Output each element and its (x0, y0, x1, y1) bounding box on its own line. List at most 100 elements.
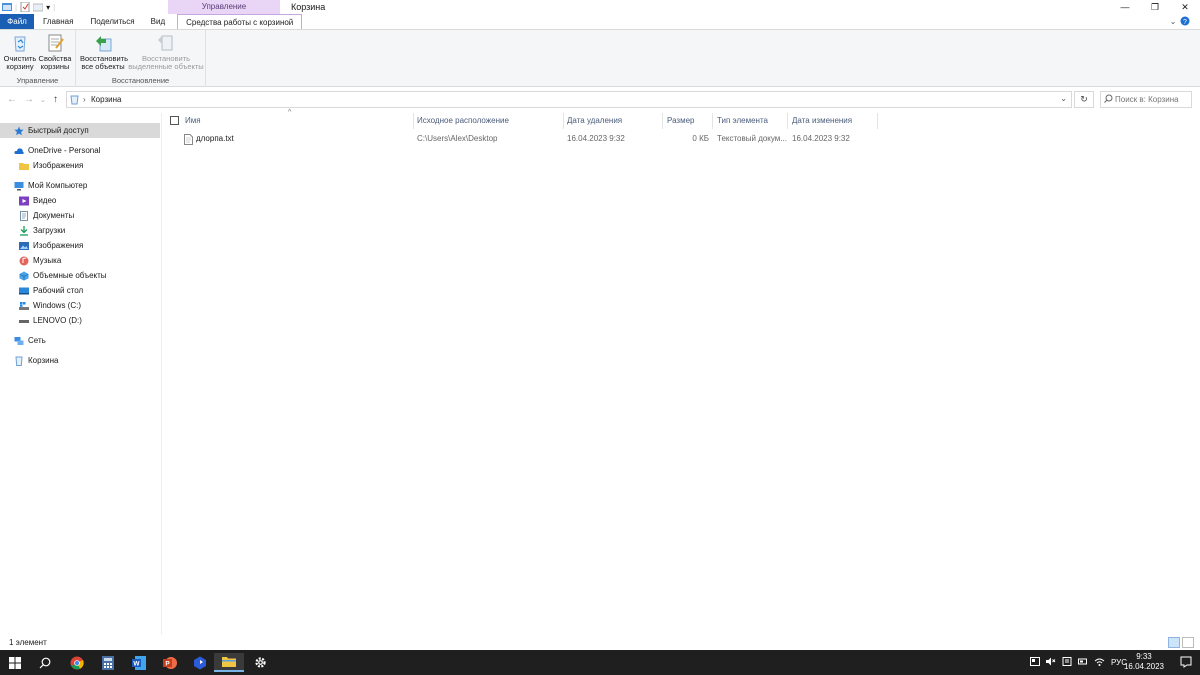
star-icon (14, 126, 24, 136)
drive-icon (19, 316, 29, 326)
wifi-icon[interactable] (1094, 657, 1105, 668)
nav-my-computer[interactable]: Мой Компьютер (0, 178, 160, 193)
column-header-origin[interactable]: Исходное расположение (417, 113, 509, 129)
qat-dropdown-icon[interactable]: ▾ (46, 3, 50, 12)
nav-network[interactable]: Сеть (0, 333, 160, 348)
quick-access-toolbar: | ▾ | (2, 1, 55, 13)
tab-share[interactable]: Поделиться (82, 14, 142, 29)
back-arrow-icon[interactable]: ← (7, 94, 17, 105)
search-input[interactable] (1115, 92, 1191, 107)
new-folder-icon[interactable] (32, 2, 44, 12)
volume-icon[interactable] (1046, 657, 1056, 668)
pictures-icon (19, 241, 29, 251)
file-explorer-icon[interactable] (214, 653, 244, 672)
column-header-size[interactable]: Размер (667, 113, 695, 129)
refresh-button[interactable]: ↻ (1074, 91, 1094, 108)
file-name: длорпа.txt (196, 134, 234, 143)
search-box[interactable] (1100, 91, 1192, 108)
nav-onedrive[interactable]: OneDrive - Personal (0, 143, 160, 158)
chrome-icon[interactable] (62, 653, 92, 672)
start-button[interactable] (0, 653, 30, 672)
details-view-icon[interactable] (1168, 637, 1180, 648)
window-title: Корзина (291, 2, 326, 12)
ribbon-expand-icon[interactable]: ⌄ (1170, 17, 1177, 26)
nav-quick-access[interactable]: Быстрый доступ (0, 123, 160, 138)
navigation-pane: Быстрый доступ OneDrive - Personal Изобр… (0, 113, 162, 635)
nav-onedrive-images[interactable]: Изображения (0, 158, 160, 173)
select-all-checkbox[interactable] (170, 116, 179, 127)
minimize-button[interactable]: — (1110, 0, 1140, 14)
file-deleted-date: 16.04.2023 9:32 (567, 134, 625, 143)
powerpoint-icon[interactable]: P (155, 653, 185, 672)
recent-dropdown-icon[interactable]: ⌄ (40, 96, 46, 104)
device-icon[interactable] (1062, 657, 1072, 668)
settings-icon[interactable] (245, 653, 275, 672)
column-header-deleted[interactable]: Дата удаления (567, 113, 622, 129)
address-dropdown-icon[interactable]: ⌄ (1060, 94, 1067, 103)
forward-arrow-icon[interactable]: → (24, 94, 34, 105)
maximize-button[interactable]: ❐ (1140, 0, 1170, 14)
nav-video[interactable]: Видео (0, 193, 160, 208)
clock-date: 16.04.2023 (1123, 662, 1164, 671)
tab-view[interactable]: Вид (143, 14, 173, 29)
help-icon[interactable]: ? (1180, 16, 1190, 28)
battery-icon[interactable] (1078, 657, 1088, 668)
restore-all-button[interactable]: Восстановить все объекты (80, 33, 128, 71)
status-bar: 1 элемент (0, 636, 1200, 650)
properties-icon[interactable] (20, 1, 30, 13)
ribbon-group-restore: Восстановить все объекты Восстановить вы… (76, 30, 206, 87)
restore-selected-button[interactable]: Восстановить выделенные объекты (128, 33, 204, 71)
clock-time: 9:33 (1136, 652, 1152, 661)
svg-text:P: P (165, 660, 170, 667)
nav-downloads[interactable]: Загрузки (0, 223, 160, 238)
file-type: Текстовый докум... (717, 134, 787, 143)
svg-text:W: W (133, 660, 140, 667)
breadcrumb[interactable]: Корзина (91, 95, 121, 104)
breadcrumb-chevron-icon[interactable]: › (83, 95, 86, 104)
tab-file[interactable]: Файл (0, 14, 34, 29)
tab-home[interactable]: Главная (34, 14, 82, 29)
documents-icon (19, 210, 29, 221)
search-icon (1104, 94, 1113, 105)
column-header-name[interactable]: Имя (185, 113, 201, 129)
notification-center-icon[interactable] (1180, 656, 1192, 670)
column-header-type[interactable]: Тип элемента (717, 113, 768, 129)
restore-selected-icon (155, 33, 177, 53)
clock[interactable]: 9:33 16.04.2023 (1124, 652, 1164, 672)
nav-desktop[interactable]: Рабочий стол (0, 283, 160, 298)
ribbon-group-manage: Очистить корзину Свойства корзины Управл… (0, 30, 76, 87)
tab-recycle-bin-tools[interactable]: Средства работы с корзиной (177, 14, 303, 29)
large-icons-view-icon[interactable] (1182, 637, 1194, 648)
app-icon[interactable] (185, 653, 215, 672)
nav-documents[interactable]: Документы (0, 208, 160, 223)
nav-3d-objects[interactable]: Объемные объекты (0, 268, 160, 283)
word-icon[interactable]: W (124, 653, 154, 672)
context-group-title: Управление (168, 0, 280, 14)
nav-music[interactable]: Музыка (0, 253, 160, 268)
calculator-icon[interactable] (93, 653, 123, 672)
recycle-bin-icon (14, 356, 24, 366)
nav-recycle-bin[interactable]: Корзина (0, 353, 160, 368)
nav-images[interactable]: Изображения (0, 238, 160, 253)
search-button[interactable] (30, 653, 60, 672)
nav-drive-c[interactable]: Windows (C:) (0, 298, 160, 313)
cloud-icon (14, 146, 24, 156)
download-icon (19, 225, 29, 236)
recycle-bin-properties-button[interactable]: Свойства корзины (38, 33, 72, 71)
file-row[interactable]: длорпа.txt C:\Users\Alex\Desktop 16.04.2… (183, 131, 883, 147)
windows-drive-icon (19, 301, 29, 311)
notification-icon[interactable] (1030, 657, 1040, 668)
cube-icon (19, 271, 29, 281)
explorer-icon (2, 2, 12, 12)
close-button[interactable]: ✕ (1170, 0, 1200, 14)
text-file-icon (184, 134, 193, 147)
taskbar: W P РУС 9:33 16.04.2023 (0, 650, 1200, 675)
column-header-modified[interactable]: Дата изменения (792, 113, 852, 129)
video-icon (19, 196, 29, 206)
empty-recycle-bin-button[interactable]: Очистить корзину (3, 33, 37, 71)
nav-drive-d[interactable]: LENOVO (D:) (0, 313, 160, 328)
up-arrow-icon[interactable]: ↑ (53, 94, 58, 105)
address-bar[interactable]: › Корзина ⌄ (66, 91, 1072, 108)
item-count: 1 элемент (9, 638, 47, 647)
folder-icon (19, 161, 29, 171)
